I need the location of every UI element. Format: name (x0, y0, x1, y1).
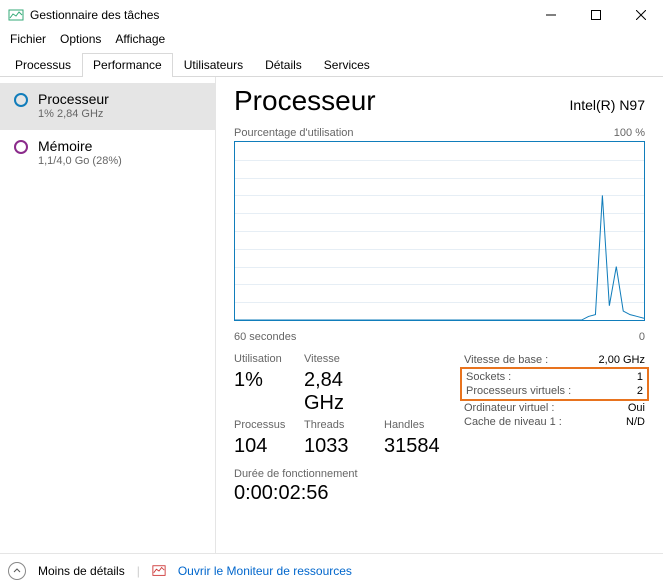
chevron-up-icon (13, 567, 21, 575)
maximize-button[interactable] (573, 0, 618, 30)
performance-sidebar: Processeur 1% 2,84 GHz Mémoire 1,1/4,0 G… (0, 77, 216, 553)
stats-right: Vitesse de base : 2,00 GHz Sockets : 1 P… (464, 353, 645, 458)
menu-bar: Fichier Options Affichage (0, 30, 663, 52)
main-panel: Processeur Intel(R) N97 Pourcentage d'ut… (216, 77, 663, 553)
tab-users[interactable]: Utilisateurs (173, 53, 254, 77)
less-details-button[interactable] (8, 562, 26, 580)
title-bar: Gestionnaire des tâches (0, 0, 663, 30)
cpu-chart[interactable] (234, 141, 645, 321)
minimize-icon (546, 10, 556, 20)
window-title: Gestionnaire des tâches (30, 8, 528, 22)
speed-label: Vitesse (304, 353, 384, 365)
window-controls (528, 0, 663, 30)
minimize-button[interactable] (528, 0, 573, 30)
chart-top-labels: Pourcentage d'utilisation 100 % (234, 127, 645, 139)
speed-value: 2,84 GHz (304, 369, 384, 415)
memory-ring-icon (14, 140, 28, 154)
resource-monitor-icon (152, 564, 166, 578)
row-virtual-machine: Ordinateur virtuel : Oui (464, 401, 645, 415)
close-button[interactable] (618, 0, 663, 30)
cpu-model: Intel(R) N97 (570, 97, 645, 113)
row-sockets: Sockets : 1 (466, 370, 643, 384)
tab-processes[interactable]: Processus (4, 53, 82, 77)
main-body: Processeur 1% 2,84 GHz Mémoire 1,1/4,0 G… (0, 77, 663, 553)
sidebar-mem-sub: 1,1/4,0 Go (28%) (38, 155, 122, 167)
chart-xlabel: 60 secondes (234, 331, 296, 343)
app-icon (8, 7, 24, 23)
util-value: 1% (234, 369, 304, 415)
menu-view[interactable]: Affichage (115, 32, 165, 46)
sidebar-item-cpu[interactable]: Processeur 1% 2,84 GHz (0, 83, 215, 130)
sidebar-cpu-sub: 1% 2,84 GHz (38, 108, 109, 120)
chart-ymax: 100 % (614, 127, 645, 139)
sidebar-mem-label: Mémoire (38, 138, 122, 154)
chart-ymin: 0 (639, 331, 645, 343)
footer: Moins de détails | Ouvrir le Moniteur de… (0, 553, 663, 588)
highlight-box: Sockets : 1 Processeurs virtuels : 2 (460, 367, 649, 401)
menu-file[interactable]: Fichier (10, 32, 46, 46)
util-label: Utilisation (234, 353, 304, 365)
row-l1-cache: Cache de niveau 1 : N/D (464, 415, 645, 429)
sidebar-item-memory[interactable]: Mémoire 1,1/4,0 Go (28%) (0, 130, 215, 177)
stats-area: Utilisation Vitesse 1% 2,84 GHz Processu… (234, 353, 645, 458)
menu-options[interactable]: Options (60, 32, 101, 46)
stats-left: Utilisation Vitesse 1% 2,84 GHz Processu… (234, 353, 454, 458)
tab-bar: Processus Performance Utilisateurs Détai… (0, 52, 663, 77)
uptime-label: Durée de fonctionnement (234, 468, 645, 480)
proc-value: 104 (234, 435, 304, 458)
cpu-ring-icon (14, 93, 28, 107)
threads-label: Threads (304, 419, 384, 431)
tab-services[interactable]: Services (313, 53, 381, 77)
less-details-label[interactable]: Moins de détails (38, 564, 125, 578)
handles-label: Handles (384, 419, 454, 431)
uptime-value: 0:00:02:56 (234, 482, 645, 505)
row-base-speed: Vitesse de base : 2,00 GHz (464, 353, 645, 367)
chart-title: Pourcentage d'utilisation (234, 127, 354, 139)
tab-details[interactable]: Détails (254, 53, 313, 77)
footer-separator: | (137, 564, 140, 578)
row-virtual-processors: Processeurs virtuels : 2 (466, 384, 643, 398)
handles-value: 31584 (384, 435, 454, 458)
main-header: Processeur Intel(R) N97 (234, 85, 645, 121)
chart-bottom-labels: 60 secondes 0 (234, 327, 645, 343)
proc-label: Processus (234, 419, 304, 431)
close-icon (636, 10, 646, 20)
tab-performance[interactable]: Performance (82, 53, 173, 77)
threads-value: 1033 (304, 435, 384, 458)
page-title: Processeur (234, 85, 376, 117)
sidebar-cpu-label: Processeur (38, 91, 109, 107)
open-resource-monitor-link[interactable]: Ouvrir le Moniteur de ressources (178, 564, 352, 578)
cpu-line (235, 142, 644, 320)
maximize-icon (591, 10, 601, 20)
